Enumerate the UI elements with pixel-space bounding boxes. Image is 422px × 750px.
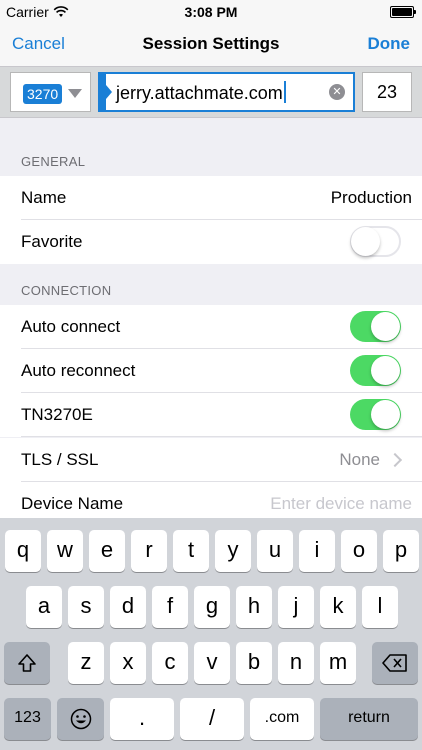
tls-ssl-row[interactable]: TLS / SSL None xyxy=(0,438,422,482)
numbers-key[interactable]: 123 xyxy=(4,698,51,740)
section-header-general: GENERAL xyxy=(21,154,86,169)
key-s[interactable]: s xyxy=(68,586,104,628)
key-f[interactable]: f xyxy=(152,586,188,628)
navigation-bar: Cancel Session Settings Done xyxy=(0,24,422,66)
key-z[interactable]: z xyxy=(68,642,104,684)
key-m[interactable]: m xyxy=(320,642,356,684)
emoji-icon xyxy=(70,708,91,730)
keyboard: qwertyuiop asdfghjkl zxcvbnm 123 . / .co… xyxy=(0,518,422,750)
host-bar: 3270 jerry.attachmate.com ✕ 23 xyxy=(0,66,422,118)
auto-reconnect-toggle[interactable] xyxy=(350,355,401,386)
chevron-down-icon xyxy=(68,89,82,98)
dotcom-key[interactable]: .com xyxy=(250,698,314,740)
auto-connect-label: Auto connect xyxy=(21,317,121,336)
shift-key[interactable] xyxy=(4,642,50,684)
chevron-right-icon xyxy=(387,452,403,468)
key-u[interactable]: u xyxy=(257,530,293,572)
key-d[interactable]: d xyxy=(110,586,146,628)
favorite-label: Favorite xyxy=(21,232,83,251)
status-bar: Carrier 3:08 PM xyxy=(0,0,422,24)
name-row[interactable]: Name Production xyxy=(0,176,422,220)
key-t[interactable]: t xyxy=(173,530,209,572)
device-name-input[interactable]: Enter device name xyxy=(270,494,412,514)
delete-key[interactable] xyxy=(372,642,418,684)
clock: 3:08 PM xyxy=(184,4,238,20)
key-o[interactable]: o xyxy=(341,530,377,572)
key-l[interactable]: l xyxy=(362,586,398,628)
key-h[interactable]: h xyxy=(236,586,272,628)
session-type-badge: 3270 xyxy=(23,84,63,104)
text-cursor xyxy=(283,81,286,103)
auto-connect-toggle[interactable] xyxy=(350,311,401,342)
key-a[interactable]: a xyxy=(26,586,62,628)
key-v[interactable]: v xyxy=(194,642,230,684)
key-b[interactable]: b xyxy=(236,642,272,684)
auto-reconnect-label: Auto reconnect xyxy=(21,361,136,380)
auto-reconnect-row: Auto reconnect xyxy=(0,349,422,393)
period-key[interactable]: . xyxy=(110,698,174,740)
shift-icon xyxy=(18,654,36,672)
session-type-dropdown[interactable]: 3270 xyxy=(10,72,91,112)
key-j[interactable]: j xyxy=(278,586,314,628)
key-y[interactable]: y xyxy=(215,530,251,572)
return-key[interactable]: return xyxy=(320,698,418,740)
done-button[interactable]: Done xyxy=(368,34,411,54)
key-n[interactable]: n xyxy=(278,642,314,684)
host-value: jerry.attachmate.com xyxy=(116,83,283,103)
focus-indicator xyxy=(100,74,112,110)
key-g[interactable]: g xyxy=(194,586,230,628)
port-input[interactable]: 23 xyxy=(362,72,412,112)
key-k[interactable]: k xyxy=(320,586,356,628)
section-header-connection: CONNECTION xyxy=(21,283,112,298)
tls-ssl-label: TLS / SSL xyxy=(21,450,99,469)
favorite-toggle[interactable] xyxy=(350,226,401,257)
backspace-icon xyxy=(382,654,407,672)
tn3270e-row: TN3270E xyxy=(0,393,422,437)
key-w[interactable]: w xyxy=(47,530,83,572)
name-value[interactable]: Production xyxy=(331,188,412,208)
page-title: Session Settings xyxy=(142,34,280,53)
favorite-row: Favorite xyxy=(0,220,422,264)
key-e[interactable]: e xyxy=(89,530,125,572)
key-q[interactable]: q xyxy=(5,530,41,572)
key-i[interactable]: i xyxy=(299,530,335,572)
tn3270e-label: TN3270E xyxy=(21,405,93,424)
key-p[interactable]: p xyxy=(383,530,419,572)
host-input[interactable]: jerry.attachmate.com ✕ xyxy=(98,72,355,112)
auto-connect-row: Auto connect xyxy=(0,305,422,349)
device-name-label: Device Name xyxy=(21,494,124,513)
battery-icon xyxy=(390,6,416,18)
key-r[interactable]: r xyxy=(131,530,167,572)
tn3270e-toggle[interactable] xyxy=(350,399,401,430)
slash-key[interactable]: / xyxy=(180,698,244,740)
key-c[interactable]: c xyxy=(152,642,188,684)
tls-ssl-value: None xyxy=(339,450,380,469)
emoji-key[interactable] xyxy=(57,698,104,740)
name-label: Name xyxy=(21,188,67,207)
clear-icon[interactable]: ✕ xyxy=(329,84,345,100)
key-x[interactable]: x xyxy=(110,642,146,684)
